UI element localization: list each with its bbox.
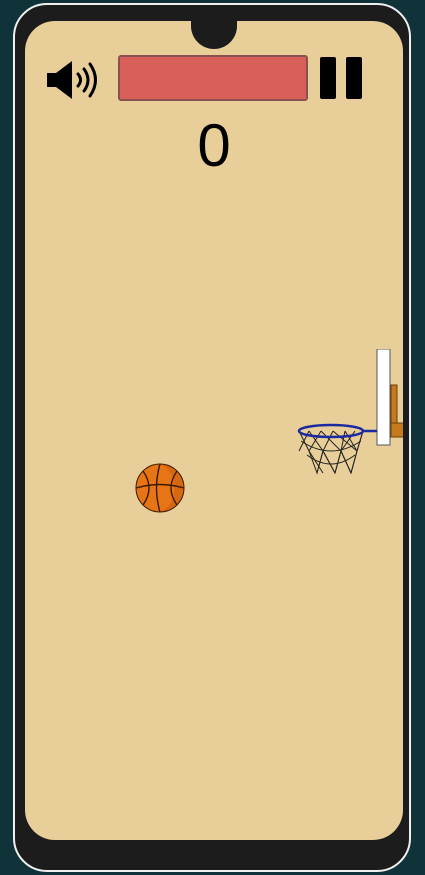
hoop-bracket xyxy=(390,422,403,438)
basketball-icon xyxy=(135,463,185,513)
pause-button[interactable] xyxy=(320,57,364,99)
camera-notch xyxy=(191,21,237,49)
basketball-hoop xyxy=(295,349,403,481)
pause-bar-left xyxy=(320,57,336,99)
sound-toggle-button[interactable] xyxy=(45,58,105,102)
phone-frame: 0 xyxy=(13,3,411,872)
score-counter: 0 xyxy=(197,112,231,179)
backboard xyxy=(376,349,391,446)
speaker-on-icon xyxy=(47,61,97,99)
basketball[interactable] xyxy=(135,463,185,513)
game-screen[interactable]: 0 xyxy=(25,21,403,840)
pause-bar-right xyxy=(346,57,362,99)
timer-bar-fill xyxy=(120,57,306,99)
timer-bar xyxy=(118,55,308,101)
